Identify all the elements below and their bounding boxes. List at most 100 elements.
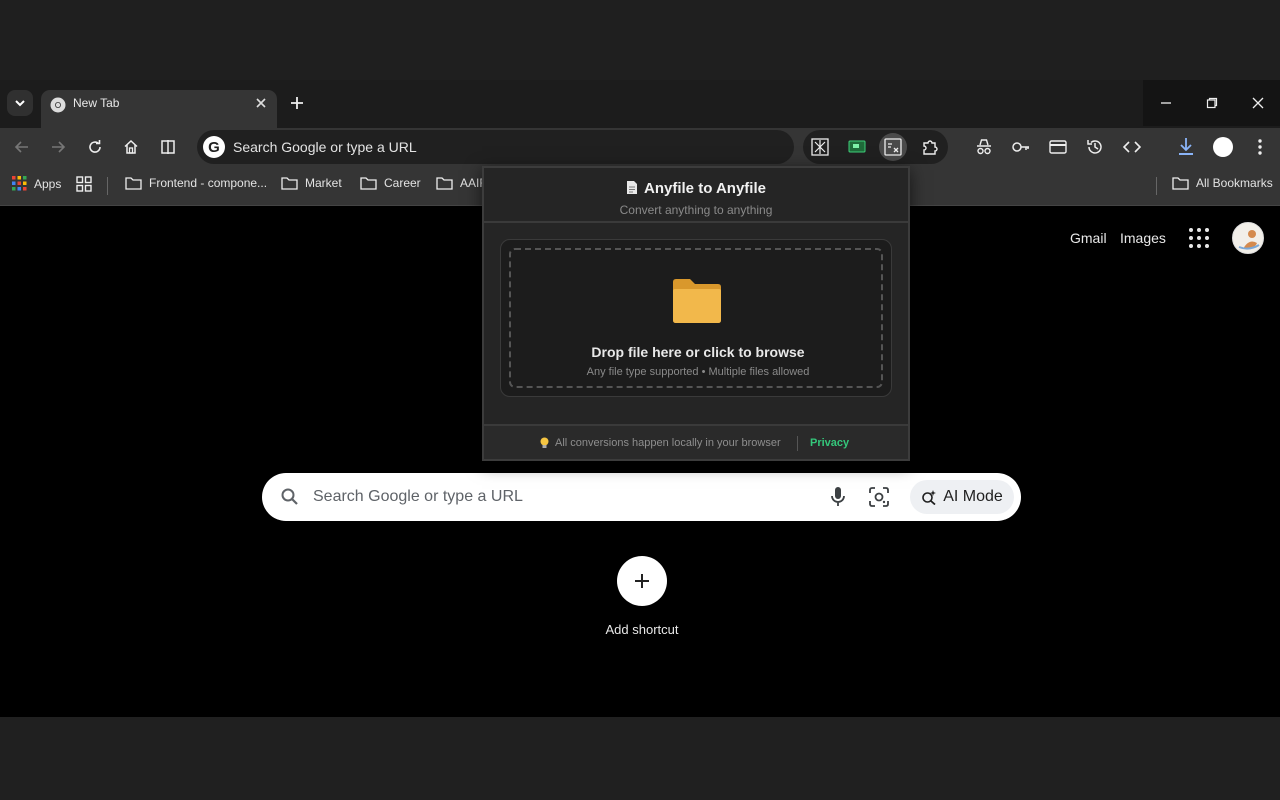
popup-title: Anyfile to Anyfile <box>484 180 908 197</box>
tab-new-tab[interactable]: New Tab <box>41 90 277 128</box>
arrow-right-icon <box>52 141 66 153</box>
add-shortcut-tile[interactable]: Add shortcut <box>603 556 681 637</box>
account-avatar[interactable] <box>1232 222 1264 254</box>
apps-grid-icon <box>12 176 27 191</box>
minimize-button[interactable] <box>1143 80 1189 126</box>
extensions-group <box>803 130 948 164</box>
plus-icon <box>291 97 303 109</box>
folder-icon <box>281 177 298 190</box>
bookmark-apps[interactable]: Apps <box>12 176 61 191</box>
passwords-button[interactable] <box>1007 133 1035 161</box>
bookmark-label: All Bookmarks <box>1196 176 1273 190</box>
extension-button-2[interactable] <box>843 133 871 161</box>
download-icon <box>1179 138 1193 155</box>
ai-sparkle-search-icon <box>922 490 937 505</box>
bookmark-separator <box>107 177 108 195</box>
google-icon: G <box>203 136 225 158</box>
home-button[interactable] <box>117 133 145 161</box>
more-vertical-icon <box>1258 139 1262 155</box>
google-search-box[interactable]: Search Google or type a URL AI Mode <box>262 473 1021 521</box>
gmail-link[interactable]: Gmail <box>1070 230 1107 246</box>
microphone-icon[interactable] <box>828 486 848 508</box>
add-shortcut-label: Add shortcut <box>605 622 679 637</box>
bookmark-label: Career <box>384 176 421 190</box>
bookmark-folder-career[interactable]: Career <box>360 176 421 190</box>
tab-title: New Tab <box>73 96 120 110</box>
arrow-left-icon <box>14 141 28 153</box>
restore-button[interactable] <box>1189 80 1235 126</box>
folder-icon <box>125 177 142 190</box>
search-placeholder: Search Google or type a URL <box>313 488 523 505</box>
close-icon <box>1252 97 1264 109</box>
credit-card-icon <box>1049 140 1067 154</box>
privacy-link[interactable]: Privacy <box>810 437 849 449</box>
home-icon <box>124 139 138 154</box>
drop-subtitle: Any file type supported • Multiple files… <box>586 366 810 378</box>
extension-monitor-icon <box>848 140 866 153</box>
window-controls <box>1143 80 1280 126</box>
back-button[interactable] <box>8 133 36 161</box>
ai-mode-button[interactable]: AI Mode <box>910 480 1014 514</box>
popup-header: Anyfile to Anyfile Convert anything to a… <box>484 168 908 223</box>
add-shortcut-button[interactable] <box>617 556 667 606</box>
close-icon <box>256 98 266 108</box>
restore-icon <box>1206 97 1218 109</box>
history-button[interactable] <box>1081 133 1109 161</box>
profile-avatar-icon <box>1213 137 1233 157</box>
bookmark-folder-frontend[interactable]: Frontend - compone... <box>125 176 267 190</box>
ai-mode-label: AI Mode <box>943 488 1003 505</box>
folder-icon <box>360 177 377 190</box>
tab-close-button[interactable] <box>251 93 271 113</box>
bookmark-all-bookmarks[interactable]: All Bookmarks <box>1172 176 1273 190</box>
devtools-button[interactable] <box>1118 133 1146 161</box>
bookmark-label: Market <box>305 176 342 190</box>
omnibox-placeholder: Search Google or type a URL <box>233 139 417 155</box>
desktop-top-strip <box>0 0 1280 80</box>
reload-button[interactable] <box>81 133 109 161</box>
history-icon <box>1087 140 1102 154</box>
bookmark-folder-aaif[interactable]: AAIF <box>436 176 487 190</box>
toolbar: G Search Google or type a URL <box>0 128 1280 166</box>
folder-icon <box>436 177 453 190</box>
profile-button[interactable] <box>1209 133 1237 161</box>
puzzle-icon <box>923 140 938 155</box>
new-tab-button[interactable] <box>285 91 309 115</box>
camera-lens-icon[interactable] <box>868 486 890 508</box>
incognito-button[interactable] <box>970 133 998 161</box>
tab-strip: New Tab <box>0 80 1280 128</box>
omnibox[interactable]: G Search Google or type a URL <box>197 130 794 164</box>
bookmark-folder-market[interactable]: Market <box>281 176 342 190</box>
close-window-button[interactable] <box>1235 80 1280 126</box>
minimize-icon <box>1161 102 1171 104</box>
downloads-button[interactable] <box>1172 133 1200 161</box>
popup-footer: All conversions happen locally in your b… <box>484 424 908 459</box>
document-icon <box>627 181 638 194</box>
key-icon <box>1012 142 1029 152</box>
anyfile-extension-button[interactable] <box>879 133 907 161</box>
extension-mosaic-icon <box>811 138 829 156</box>
code-icon <box>1123 141 1141 153</box>
bottom-bar <box>0 717 1280 800</box>
bookmark-separator <box>1156 177 1157 195</box>
tab-groups-button[interactable] <box>76 176 92 192</box>
incognito-icon <box>977 139 991 155</box>
footer-separator <box>797 436 798 451</box>
file-drop-zone[interactable]: Drop file here or click to browse Any fi… <box>500 239 892 397</box>
chrome-icon <box>50 97 66 113</box>
tab-groups-icon <box>76 176 92 192</box>
images-link[interactable]: Images <box>1120 230 1166 246</box>
bookmark-label: Frontend - compone... <box>149 176 268 190</box>
drop-title: Drop file here or click to browse <box>591 344 805 360</box>
menu-button[interactable] <box>1246 133 1274 161</box>
google-apps-icon[interactable] <box>1188 227 1210 249</box>
forward-button[interactable] <box>44 133 72 161</box>
extensions-menu-button[interactable] <box>916 133 944 161</box>
folder-icon <box>1172 177 1189 190</box>
file-convert-icon <box>884 138 902 156</box>
drop-zone-border[interactable]: Drop file here or click to browse Any fi… <box>509 248 883 388</box>
folder-icon <box>673 279 721 323</box>
tab-search-button[interactable] <box>7 90 33 116</box>
extension-button-1[interactable] <box>806 133 834 161</box>
split-view-button[interactable] <box>154 133 182 161</box>
payment-button[interactable] <box>1044 133 1072 161</box>
